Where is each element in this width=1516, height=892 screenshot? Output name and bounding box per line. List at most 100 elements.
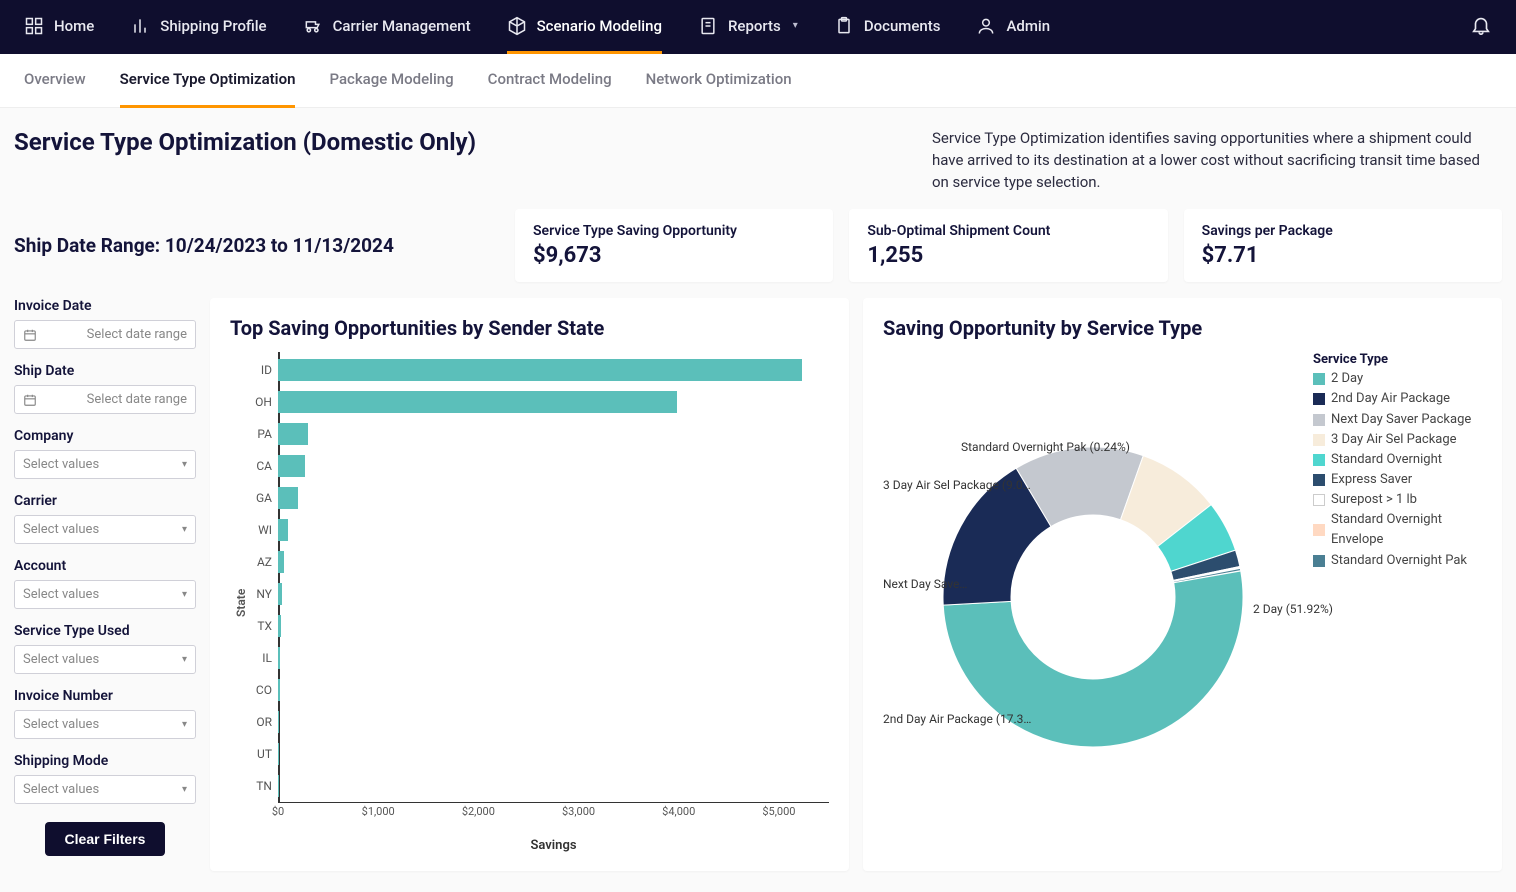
filter-group: Service Type Used Select values▾ — [14, 623, 196, 674]
kpi-savings-per-package: Savings per Package $7.71 — [1184, 209, 1502, 282]
filter-group: Shipping ModeSelect values▾ — [14, 753, 196, 804]
legend-item: Next Day Saver Package — [1313, 410, 1482, 430]
chevron-down-icon: ▾ — [182, 459, 187, 470]
legend-label: 3 Day Air Sel Package — [1331, 430, 1457, 450]
chevron-down-icon: ▾ — [182, 719, 187, 730]
bar-chart-panel: Top Saving Opportunities by Sender State… — [210, 298, 849, 871]
nav-shipping-profile[interactable]: Shipping Profile — [130, 0, 266, 54]
bar-fill — [278, 391, 677, 413]
chevron-down-icon: ▾ — [793, 20, 798, 31]
bar-fill — [278, 583, 282, 605]
placeholder-text: Select date range — [87, 392, 187, 407]
bar-row: UT — [280, 738, 829, 770]
filter-group: Ship Date Select date range — [14, 363, 196, 414]
header-area: Service Type Optimization (Domestic Only… — [0, 108, 1516, 209]
donut-slice-label: 3 Day Air Sel Package (9.0… — [883, 478, 1031, 492]
filter-group: Invoice DateSelect date range — [14, 298, 196, 349]
legend-label: Surepost > 1 lb — [1331, 490, 1417, 510]
filter-label: Service Type Used — [14, 623, 196, 639]
filter-group: Account Select values ▾ — [14, 558, 196, 609]
bar-fill — [278, 551, 284, 573]
tab-overview[interactable]: Overview — [24, 54, 86, 108]
select-input[interactable]: Select values▾ — [14, 645, 196, 674]
tab-contract-modeling[interactable]: Contract Modeling — [488, 54, 612, 108]
tab-service-type-optimization[interactable]: Service Type Optimization — [120, 54, 296, 108]
chevron-down-icon: ▾ — [182, 589, 187, 600]
bar-chart-title: Top Saving Opportunities by Sender State — [230, 316, 829, 340]
nav-home[interactable]: Home — [24, 0, 94, 54]
nav-reports[interactable]: Reports ▾ — [698, 0, 798, 54]
bar-row: WI — [280, 514, 829, 546]
legend-label: Standard Overnight Envelope — [1331, 510, 1482, 550]
placeholder-text: Select values — [23, 652, 99, 667]
nav-admin[interactable]: Admin — [976, 0, 1050, 54]
select-input[interactable]: Select values ▾ — [14, 450, 196, 479]
legend-label: Standard Overnight — [1331, 450, 1442, 470]
bar-row: PA — [280, 418, 829, 450]
bar-row: AZ — [280, 546, 829, 578]
bar-category-label: PA — [250, 427, 278, 441]
bar-category-label: TX — [250, 619, 278, 633]
bar-fill — [278, 455, 305, 477]
legend-item: Standard Overnight Envelope — [1313, 510, 1482, 550]
legend-swatch — [1313, 454, 1325, 466]
bar-row: ID — [280, 354, 829, 386]
donut-slice-label: Next Day Save… — [883, 577, 967, 591]
main-grid: Invoice DateSelect date range Ship Date Se… — [0, 298, 1516, 871]
filter-label: Account — [14, 558, 196, 574]
select-input[interactable]: Select values▾ — [14, 710, 196, 739]
tab-network-optimization[interactable]: Network Optimization — [646, 54, 792, 108]
legend-swatch — [1313, 393, 1325, 405]
bar-category-label: CO — [250, 683, 278, 697]
bar-fill — [278, 519, 288, 541]
bar-category-label: UT — [250, 747, 278, 761]
filter-label: Company — [14, 428, 196, 444]
nav-scenario-modeling[interactable]: Scenario Modeling — [507, 0, 662, 54]
chevron-down-icon: ▾ — [182, 524, 187, 535]
filter-label: Invoice Number — [14, 688, 196, 704]
bar-row: CA — [280, 450, 829, 482]
placeholder-text: Select values — [23, 457, 99, 472]
bar-tick-label: $0 — [272, 805, 284, 818]
date-range-input[interactable]: Select date range — [14, 385, 196, 414]
bar-chart-xlabel: Savings — [278, 838, 829, 853]
cube-icon — [507, 16, 527, 36]
top-nav-left: Home Shipping Profile Carrier Management… — [24, 0, 1050, 54]
select-input[interactable]: Select values▾ — [14, 515, 196, 544]
clear-filters-button[interactable]: Clear Filters — [45, 822, 166, 856]
kpi-saving-opportunity: Service Type Saving Opportunity $9,673 — [515, 209, 833, 282]
nav-documents[interactable]: Documents — [834, 0, 941, 54]
filter-group: Company Select values ▾ — [14, 428, 196, 479]
bar-row: OR — [280, 706, 829, 738]
select-input[interactable]: Select values▾ — [14, 775, 196, 804]
legend-label: Standard Overnight Pak — [1331, 551, 1467, 571]
date-range-input[interactable]: Select date range — [14, 320, 196, 349]
bar-fill — [278, 775, 279, 797]
legend-item: Surepost > 1 lb — [1313, 490, 1482, 510]
notifications-button[interactable] — [1470, 14, 1492, 40]
legend-item: 2nd Day Air Package — [1313, 389, 1482, 409]
bar-fill — [278, 615, 281, 637]
nav-carrier-management[interactable]: Carrier Management — [303, 0, 471, 54]
placeholder-text: Select values — [23, 587, 99, 602]
bar-fill — [278, 487, 298, 509]
donut-slice-label: Standard Overnight Pak (0.24%) — [961, 440, 1130, 454]
legend-item: 2 Day — [1313, 369, 1482, 389]
filters-sidebar: Invoice DateSelect date range Ship Date Se… — [14, 298, 196, 871]
filter-label: Ship Date — [14, 363, 196, 379]
legend-item: Express Saver — [1313, 470, 1482, 490]
kpi-suboptimal-count: Sub-Optimal Shipment Count 1,255 — [849, 209, 1167, 282]
nav-reports-label: Reports — [728, 17, 781, 35]
calendar-icon — [23, 393, 37, 407]
sub-tabs: Overview Service Type Optimization Packa… — [0, 54, 1516, 108]
tab-package-modeling[interactable]: Package Modeling — [329, 54, 453, 108]
bar-tick-label: $2,000 — [462, 805, 495, 818]
kpi-label: Savings per Package — [1202, 223, 1484, 239]
select-input[interactable]: Select values ▾ — [14, 580, 196, 609]
legend-item: 3 Day Air Sel Package — [1313, 430, 1482, 450]
bar-fill — [278, 679, 280, 701]
nav-scenario-label: Scenario Modeling — [537, 17, 662, 35]
bar-row: OH — [280, 386, 829, 418]
bar-fill — [278, 359, 802, 381]
donut-chart-title: Saving Opportunity by Service Type — [883, 316, 1482, 340]
